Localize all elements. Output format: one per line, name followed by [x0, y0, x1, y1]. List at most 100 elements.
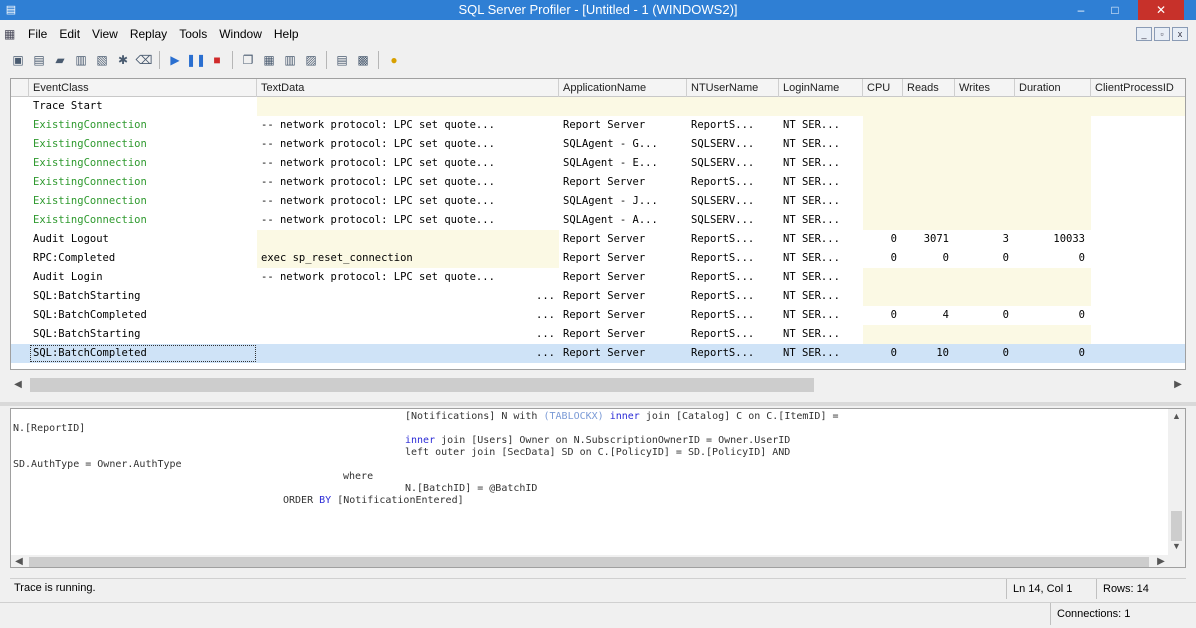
close-button[interactable]: ✕ — [1138, 0, 1184, 20]
columns-icon[interactable]: ▥ — [280, 50, 300, 70]
table-row[interactable]: Audit Login -- network protocol: LPC set … — [11, 268, 1185, 287]
template-icon[interactable]: ▤ — [332, 50, 352, 70]
eventclass-cell: Audit Logout — [33, 233, 109, 245]
properties-icon[interactable]: ▧ — [92, 50, 112, 70]
scroll-right-icon[interactable]: ▶ — [1153, 555, 1169, 567]
column-header-duration[interactable]: Duration — [1015, 79, 1091, 97]
table-row[interactable]: ExistingConnection -- network protocol: L… — [11, 192, 1185, 211]
scroll-thumb[interactable] — [30, 378, 814, 392]
sql-keyword: inner — [603, 411, 640, 422]
column-header-clientprocessid[interactable]: ClientProcessID — [1091, 79, 1185, 97]
applicationname-cell: Report Server — [563, 309, 646, 321]
sql-line: [Notifications] N with (TABLOCKX) inner … — [405, 411, 839, 423]
new-trace-icon[interactable]: ▣ — [8, 50, 28, 70]
sql-text-pane[interactable]: [Notifications] N with (TABLOCKX) inner … — [10, 408, 1186, 568]
column-header-ntusername[interactable]: NTUserName — [687, 79, 779, 97]
ntusername-cell: SQLSERV... — [691, 138, 755, 150]
document-icon[interactable]: ▦ — [4, 26, 22, 42]
trace-grid[interactable]: EventClass TextData ApplicationName NTUs… — [10, 78, 1186, 370]
menu-tools[interactable]: Tools — [173, 24, 213, 44]
table-row[interactable]: ExistingConnection -- network protocol: L… — [11, 135, 1185, 154]
textdata-cell: -- network protocol: LPC set quote... — [261, 176, 495, 188]
cpu-cell: 0 — [890, 347, 897, 359]
scroll-thumb[interactable] — [1171, 511, 1182, 541]
table-row[interactable]: SQL:BatchCompleted... Report Server Report… — [11, 344, 1185, 363]
find-icon[interactable]: ✱ — [113, 50, 133, 70]
textdata-cell: exec sp_reset_connection — [257, 249, 559, 268]
run-icon[interactable]: ▶ — [165, 50, 185, 70]
loginname-cell: NT SER... — [783, 138, 840, 150]
restore-button[interactable]: □ — [1100, 0, 1130, 20]
help-icon[interactable]: ● — [384, 50, 404, 70]
clear-icon[interactable]: ⌫ — [134, 50, 154, 70]
table-row[interactable]: ExistingConnection -- network protocol: L… — [11, 173, 1185, 192]
table-row[interactable]: RPC:Completed exec sp_reset_connection Rep… — [11, 249, 1185, 268]
table-row[interactable]: ExistingConnection -- network protocol: L… — [11, 154, 1185, 173]
open-icon[interactable]: ▰ — [50, 50, 70, 70]
table-row[interactable]: SQL:BatchStarting... Report Server ReportS… — [11, 325, 1185, 344]
table-row[interactable]: SQL:BatchStarting... Report Server ReportS… — [11, 287, 1185, 306]
duration-cell: 0 — [1078, 309, 1085, 321]
menu-replay[interactable]: Replay — [124, 24, 173, 44]
chart-icon[interactable]: ▩ — [353, 50, 373, 70]
loginname-cell: NT SER... — [783, 309, 840, 321]
sql-horizontal-scrollbar[interactable]: ◀ ▶ — [11, 555, 1169, 567]
mdi-close-button[interactable]: x — [1172, 27, 1188, 41]
applicationname-cell: Report Server — [563, 347, 646, 359]
table-row[interactable]: ExistingConnection -- network protocol: L… — [11, 211, 1185, 230]
ntusername-cell: ReportS... — [691, 176, 755, 188]
mdi-minimize-button[interactable]: _ — [1136, 27, 1152, 41]
eventclass-cell: ExistingConnection — [33, 214, 147, 226]
sql-line: inner join [Users] Owner on N.Subscripti… — [405, 435, 790, 447]
scroll-left-icon[interactable]: ◀ — [11, 555, 27, 567]
sql-keyword: BY — [319, 495, 332, 506]
scroll-right-icon[interactable]: ▶ — [1170, 376, 1186, 394]
column-header-loginname[interactable]: LoginName — [779, 79, 863, 97]
grid-horizontal-scrollbar[interactable]: ◀ ▶ — [10, 376, 1186, 394]
sql-vertical-scrollbar[interactable]: ▲ ▼ — [1168, 409, 1185, 567]
scroll-down-icon[interactable]: ▼ — [1168, 539, 1185, 553]
filter-icon[interactable]: ▨ — [301, 50, 321, 70]
column-header-textdata[interactable]: TextData — [257, 79, 559, 97]
eventclass-cell: ExistingConnection — [33, 157, 147, 169]
reads-cell — [903, 325, 955, 344]
writes-cell — [955, 97, 1015, 116]
table-row[interactable]: ExistingConnection -- network protocol: L… — [11, 116, 1185, 135]
cpu-cell — [863, 325, 903, 344]
pane-splitter[interactable] — [0, 402, 1196, 406]
mdi-restore-button[interactable]: ▫ — [1154, 27, 1170, 41]
loginname-cell: NT SER... — [783, 195, 840, 207]
textdata-cell — [257, 230, 559, 249]
menu-view[interactable]: View — [86, 24, 124, 44]
applicationname-cell: Report Server — [563, 176, 646, 188]
column-header-eventclass[interactable]: EventClass — [29, 79, 257, 97]
table-row[interactable]: Audit Logout Report Server ReportS... NT SE… — [11, 230, 1185, 249]
sql-text: [Notifications] N with — [405, 411, 544, 422]
column-header-reads[interactable]: Reads — [903, 79, 955, 97]
writes-cell: 0 — [1002, 347, 1009, 359]
menu-help[interactable]: Help — [268, 24, 305, 44]
pause-icon[interactable]: ❚❚ — [186, 50, 206, 70]
clientprocessid-cell — [1091, 97, 1185, 116]
writes-cell: 3 — [1002, 233, 1009, 245]
stop-icon[interactable]: ■ — [207, 50, 227, 70]
scroll-up-icon[interactable]: ▲ — [1168, 409, 1185, 423]
column-header-cpu[interactable]: CPU — [863, 79, 903, 97]
minimize-button[interactable]: – — [1066, 0, 1096, 20]
column-header-applicationname[interactable]: ApplicationName — [559, 79, 687, 97]
cpu-cell — [863, 287, 903, 306]
grid-icon[interactable]: ▦ — [259, 50, 279, 70]
scroll-left-icon[interactable]: ◀ — [10, 376, 26, 394]
new-template-icon[interactable]: ▤ — [29, 50, 49, 70]
menu-edit[interactable]: Edit — [53, 24, 86, 44]
copy-icon[interactable]: ❐ — [238, 50, 258, 70]
menu-file[interactable]: File — [22, 24, 53, 44]
scroll-thumb[interactable] — [29, 557, 1149, 567]
save-icon[interactable]: ▥ — [71, 50, 91, 70]
menu-window[interactable]: Window — [213, 24, 268, 44]
table-row[interactable]: Trace Start — [11, 97, 1185, 116]
reads-cell — [903, 97, 955, 116]
eventclass-cell: Trace Start — [33, 100, 103, 112]
column-header-writes[interactable]: Writes — [955, 79, 1015, 97]
table-row[interactable]: SQL:BatchCompleted... Report Server Report… — [11, 306, 1185, 325]
